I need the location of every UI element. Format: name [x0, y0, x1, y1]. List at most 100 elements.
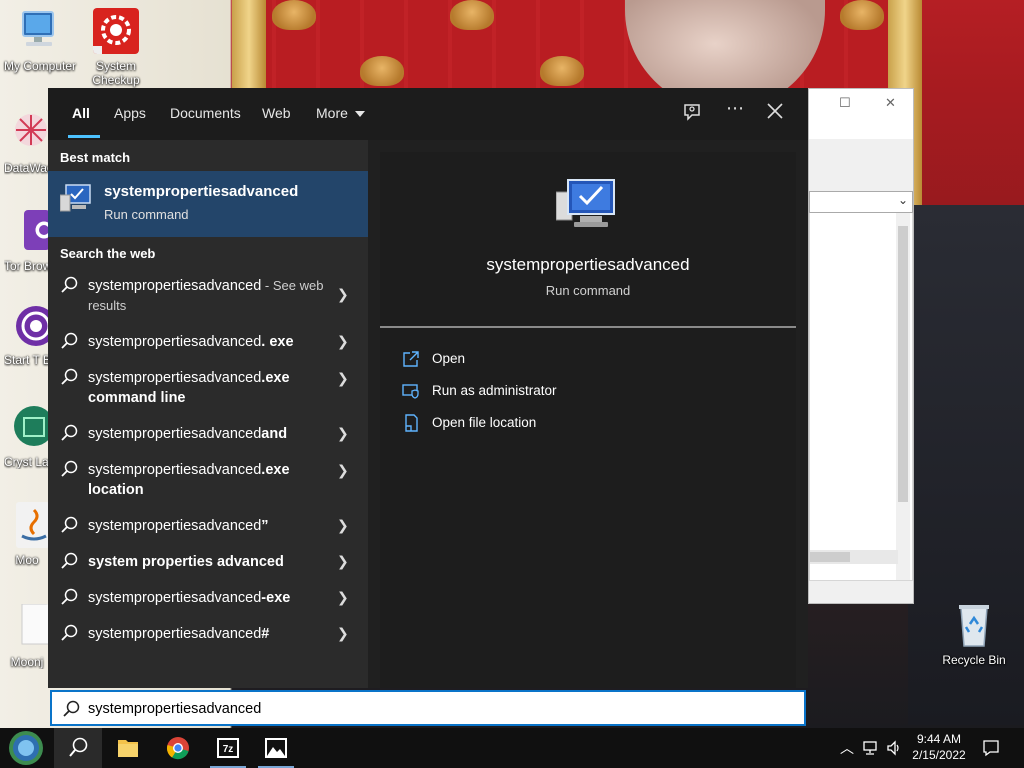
action-center-icon[interactable] [982, 739, 1000, 757]
background-window-list-pane: rs [809, 191, 913, 581]
web-result-label: systempropertiesadvanced.exe location [88, 460, 326, 500]
desktop-icon-system-checkup[interactable]: System Checkup [76, 8, 156, 87]
shield-admin-icon [402, 384, 419, 399]
clock-date: 2/15/2022 [912, 748, 966, 762]
web-result-see-web-results[interactable]: systempropertiesadvanced - See web resul… [48, 276, 368, 320]
background-window-titlebar[interactable]: ☐ ✕ [809, 89, 913, 139]
scrollbar-thumb[interactable] [810, 552, 850, 562]
web-result-text: systempropertiesadvanced [88, 518, 262, 534]
results-column: Best match systempropertiesadvanced Run … [48, 140, 368, 688]
desktop-icon-recycle-bin[interactable]: Recycle Bin [934, 602, 1014, 667]
clock-time: 9:44 AM [916, 732, 962, 746]
desktop-icon-my-computer[interactable]: My Computer [0, 8, 80, 73]
web-result-label: systempropertiesadvanced” [88, 516, 326, 536]
background-window[interactable]: ☐ ✕ rs ⌄ [808, 88, 914, 604]
web-result-exe-location[interactable]: systempropertiesadvanced.exe location ❯ [48, 460, 368, 504]
desktop-icon-label: My Computer [3, 59, 77, 73]
more-options-icon[interactable]: ⋯ [726, 98, 744, 119]
chevron-right-icon[interactable]: ❯ [337, 370, 349, 387]
web-result-system-properties-advanced[interactable]: system properties advanced ❯ [48, 552, 368, 576]
close-icon[interactable] [766, 102, 784, 120]
chevron-right-icon[interactable]: ❯ [337, 517, 349, 534]
taskbar-file-explorer[interactable] [104, 728, 152, 768]
open-icon [403, 351, 419, 367]
background-window-combobox[interactable]: ⌄ [809, 191, 913, 213]
desktop-icon-start-tor-browser[interactable]: Start T Brows [4, 302, 50, 367]
chevron-right-icon[interactable]: ❯ [337, 286, 349, 303]
search-icon [61, 552, 78, 569]
web-result-exe[interactable]: systempropertiesadvanced. exe ❯ [48, 332, 368, 356]
scrollbar-thumb[interactable] [898, 226, 908, 502]
preview-pane: systempropertiesadvanced Run command Ope… [380, 152, 796, 688]
desktop-icon-label: DataWac [4, 161, 50, 175]
taskbar: 7z ︿ 9:44 AM 2/15/2022 [0, 728, 1024, 768]
show-hidden-icons-chevron-icon[interactable]: ︿ [840, 738, 854, 758]
tab-web[interactable]: Web [262, 105, 291, 121]
preview-title: systempropertiesadvanced [486, 255, 690, 274]
action-run-as-administrator-label: Run as administrator [432, 383, 557, 398]
chevron-right-icon[interactable]: ❯ [337, 333, 349, 350]
wallpaper-eagle-emblem [360, 56, 404, 86]
desktop-icon-crystal-launcher[interactable]: Cryst Launc [4, 404, 50, 469]
web-result-bold-text: -exe [261, 590, 291, 606]
best-match-result[interactable]: systempropertiesadvanced Run command [48, 171, 368, 237]
web-result-dash-exe[interactable]: systempropertiesadvanced-exe ❯ [48, 588, 368, 612]
action-open-label: Open [432, 351, 466, 366]
chevron-right-icon[interactable]: ❯ [337, 553, 349, 570]
desktop-icon-moo[interactable]: Moo [4, 502, 50, 567]
search-icon [61, 332, 78, 349]
desktop-icon-label: Moo [15, 553, 39, 567]
search-icon [63, 700, 80, 717]
tab-apps[interactable]: Apps [114, 105, 146, 121]
network-icon[interactable] [862, 740, 880, 756]
active-tab-indicator [68, 135, 100, 138]
search-icon [69, 737, 88, 757]
web-result-label: systempropertiesadvanced.exe command lin… [88, 368, 326, 408]
vertical-scrollbar[interactable] [896, 192, 910, 580]
tor-browser-icon [24, 210, 50, 250]
web-result-hash[interactable]: systempropertiesadvanced# ❯ [48, 624, 368, 648]
desktop-icon-datawac[interactable]: DataWac [4, 110, 50, 175]
search-box[interactable] [50, 690, 806, 726]
tab-more[interactable]: More [316, 105, 365, 121]
start-button[interactable] [4, 728, 52, 768]
horizontal-scrollbar[interactable] [810, 550, 898, 564]
desktop-icon-tor-browser[interactable]: Tor Brow [4, 208, 50, 273]
search-icon [61, 368, 78, 385]
feedback-icon[interactable] [682, 102, 702, 122]
caret-down-icon [354, 111, 365, 118]
search-input[interactable] [88, 698, 788, 720]
desktop-icon-label: Recycle Bin [942, 653, 1006, 667]
desktop-icon-label: Moonj [10, 655, 44, 669]
web-result-text: systempropertiesadvanced [88, 626, 262, 642]
best-match-subtitle: Run command [104, 207, 189, 222]
wallpaper-eagle-emblem [450, 0, 494, 30]
chevron-right-icon[interactable]: ❯ [337, 462, 349, 479]
taskbar-chrome[interactable] [154, 728, 202, 768]
desktop-icon-moonj[interactable]: Moonj [4, 604, 50, 669]
taskbar-7zip[interactable]: 7z [204, 728, 252, 768]
chevron-right-icon[interactable]: ❯ [337, 625, 349, 642]
taskbar-search-button[interactable] [54, 728, 102, 768]
close-icon[interactable]: ✕ [885, 95, 896, 111]
chevron-right-icon[interactable]: ❯ [337, 425, 349, 442]
chevron-right-icon[interactable]: ❯ [337, 589, 349, 606]
tor-onion-icon [16, 306, 50, 346]
file-location-icon [405, 414, 418, 432]
tab-documents[interactable]: Documents [170, 105, 241, 121]
search-icon [61, 424, 78, 441]
best-match-title: systempropertiesadvanced [104, 183, 299, 200]
web-result-text: systempropertiesadvanced [88, 426, 262, 442]
web-result-exe-command-line[interactable]: systempropertiesadvanced.exe command lin… [48, 368, 368, 412]
taskbar-photos[interactable] [252, 728, 300, 768]
web-result-quote[interactable]: systempropertiesadvanced” ❯ [48, 516, 368, 540]
search-icon [61, 588, 78, 605]
web-result-bold-text: # [261, 626, 270, 642]
start-orb-icon [9, 731, 43, 765]
volume-icon[interactable] [886, 740, 902, 756]
maximize-icon[interactable]: ☐ [839, 95, 851, 111]
web-result-and[interactable]: systempropertiesadvancedand ❯ [48, 424, 368, 448]
taskbar-clock[interactable]: 9:44 AM 2/15/2022 [906, 731, 972, 763]
7zip-icon: 7z [217, 738, 239, 758]
tab-all[interactable]: All [72, 105, 90, 121]
